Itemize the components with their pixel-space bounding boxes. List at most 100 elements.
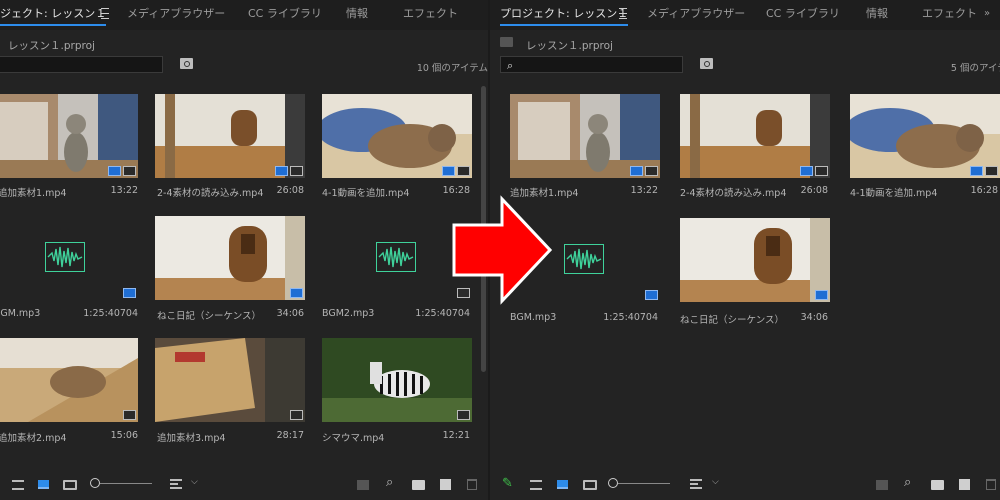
clip-thumbnail[interactable] bbox=[680, 94, 830, 178]
new-item-icon[interactable] bbox=[959, 479, 970, 490]
clip-thumbnail[interactable] bbox=[155, 94, 305, 178]
new-bin-icon[interactable] bbox=[412, 480, 425, 490]
trash-icon[interactable] bbox=[467, 479, 477, 490]
chevron-down-icon[interactable]: ⌵ bbox=[191, 477, 198, 487]
project-file-name: レッスン１.prproj bbox=[8, 40, 95, 52]
zoom-slider-knob[interactable] bbox=[90, 478, 100, 488]
clip-name: ねこ日記（シーケンス） bbox=[157, 311, 262, 322]
new-item-icon[interactable] bbox=[440, 479, 451, 490]
tab-cc-libraries[interactable]: CC ライブラリ bbox=[766, 0, 840, 30]
clip-thumbnail[interactable] bbox=[322, 338, 472, 422]
clip-duration: 1:25:40704 bbox=[83, 308, 138, 319]
clip-name: 2-4素材の読み込み.mp4 bbox=[157, 188, 264, 199]
tab-cc-libraries[interactable]: CC ライブラリ bbox=[248, 0, 322, 30]
tab-effects[interactable]: エフェクト bbox=[403, 0, 458, 30]
clip-name: 追加素材3.mp4 bbox=[157, 433, 226, 444]
zoom-slider[interactable] bbox=[618, 483, 670, 484]
clip-thumbnail[interactable] bbox=[510, 94, 660, 178]
clip-name: 2-4素材の読み込み.mp4 bbox=[680, 188, 787, 199]
clip-name: 4-1動画を追加.mp4 bbox=[850, 188, 938, 199]
tab-project[interactable]: プロジェクト: レッスン１ bbox=[500, 0, 629, 30]
panel-menu-icon[interactable] bbox=[101, 8, 109, 19]
list-view-icon[interactable] bbox=[12, 480, 24, 490]
tab-effects[interactable]: エフェクト bbox=[922, 0, 977, 30]
clip-duration: 16:28 bbox=[970, 185, 998, 196]
clip-name: シマウマ.mp4 bbox=[322, 433, 385, 444]
tab-media-browser[interactable]: メディアブラウザー bbox=[127, 0, 225, 30]
tab-info[interactable]: 情報 bbox=[866, 0, 888, 30]
clip-name: BGM2.mp3 bbox=[322, 308, 375, 319]
red-arrow-icon bbox=[452, 195, 552, 305]
automate-to-sequence-icon[interactable] bbox=[357, 480, 369, 490]
door-closeup-image bbox=[155, 216, 305, 300]
clip-duration: 13:22 bbox=[630, 185, 658, 196]
project-file-name: レッスン１.prproj bbox=[526, 40, 613, 52]
project-panel-after: プロジェクト: レッスン１ メディアブラウザー CC ライブラリ 情報 エフェク… bbox=[490, 0, 1000, 500]
search-icon[interactable]: ⌕ bbox=[904, 475, 911, 490]
search-input[interactable] bbox=[0, 56, 163, 73]
item-count: 10 個のアイテム bbox=[416, 63, 488, 74]
clip-name: ねこ日記（シーケンス） bbox=[680, 315, 785, 326]
clip-name: BGM.mp3 bbox=[0, 308, 41, 319]
tab-project-label: プロジェクト: レッスン１ bbox=[500, 7, 629, 20]
audio-waveform-icon bbox=[564, 244, 604, 274]
pencil-icon[interactable]: ✎ bbox=[502, 476, 513, 491]
icon-view-icon[interactable] bbox=[557, 480, 568, 489]
clip-duration: 1:25:40704 bbox=[415, 308, 470, 319]
clip-thumbnail[interactable] bbox=[0, 338, 138, 422]
audio-clip-thumbnail[interactable] bbox=[0, 216, 138, 300]
freeform-view-icon[interactable] bbox=[583, 480, 597, 490]
project-folder-icon bbox=[500, 37, 513, 47]
clip-duration: 34:06 bbox=[800, 312, 828, 323]
clip-name: 追加素材1.mp4 bbox=[0, 188, 67, 199]
clip-name: 4-1動画を追加.mp4 bbox=[322, 188, 410, 199]
tab-media-browser[interactable]: メディアブラウザー bbox=[647, 0, 745, 30]
list-view-icon[interactable] bbox=[530, 480, 542, 490]
clip-thumbnail[interactable] bbox=[850, 94, 1000, 178]
new-bin-icon[interactable] bbox=[931, 480, 944, 490]
clip-thumbnail[interactable] bbox=[155, 338, 305, 422]
sort-icon[interactable] bbox=[170, 479, 182, 489]
sort-icon[interactable] bbox=[690, 479, 702, 489]
tab-project-label: ジェクト: レッスン１ bbox=[0, 7, 107, 20]
audio-clip-thumbnail[interactable] bbox=[322, 216, 472, 300]
icon-view-icon[interactable] bbox=[38, 480, 49, 489]
chevron-down-icon[interactable]: ⌵ bbox=[712, 477, 719, 487]
clip-name: 追加素材2.mp4 bbox=[0, 433, 67, 444]
clip-duration: 12:21 bbox=[442, 430, 470, 441]
freeform-view-icon[interactable] bbox=[63, 480, 77, 490]
audio-waveform-icon bbox=[376, 242, 416, 272]
clip-duration: 28:17 bbox=[276, 430, 304, 441]
cardboard-image bbox=[155, 338, 305, 422]
clip-duration: 26:08 bbox=[800, 185, 828, 196]
zoom-slider-knob[interactable] bbox=[608, 478, 618, 488]
search-icon[interactable]: ⌕ bbox=[386, 475, 393, 490]
new-search-bin-icon[interactable] bbox=[180, 58, 193, 69]
panel-tab-bar: ジェクト: レッスン１ メディアブラウザー CC ライブラリ 情報 エフェクト bbox=[0, 0, 488, 30]
item-count: 5 個のアイテム bbox=[950, 63, 1000, 74]
trash-icon[interactable] bbox=[986, 479, 996, 490]
tab-project[interactable]: ジェクト: レッスン１ bbox=[0, 0, 107, 30]
automate-to-sequence-icon[interactable] bbox=[876, 480, 888, 490]
clip-duration: 1:25:40704 bbox=[603, 312, 658, 323]
chevron-right-icon[interactable]: » bbox=[984, 8, 990, 19]
clip-name: BGM.mp3 bbox=[510, 312, 557, 323]
audio-waveform-icon bbox=[45, 242, 85, 272]
sequence-thumbnail[interactable] bbox=[680, 218, 830, 302]
search-icon: ⌕ bbox=[507, 59, 514, 72]
door-closeup-image bbox=[680, 218, 830, 302]
clip-duration: 34:06 bbox=[276, 308, 304, 319]
clip-duration: 26:08 bbox=[276, 185, 304, 196]
cat-in-box-image bbox=[0, 338, 138, 422]
zebra-image bbox=[322, 338, 472, 422]
tab-info[interactable]: 情報 bbox=[346, 0, 368, 30]
clip-duration: 15:06 bbox=[110, 430, 138, 441]
sequence-thumbnail[interactable] bbox=[155, 216, 305, 300]
new-search-bin-icon[interactable] bbox=[700, 58, 713, 69]
clip-thumbnail[interactable] bbox=[0, 94, 138, 178]
search-input[interactable]: ⌕ bbox=[500, 56, 683, 73]
zoom-slider[interactable] bbox=[100, 483, 152, 484]
clip-thumbnail[interactable] bbox=[322, 94, 472, 178]
panel-tab-bar: プロジェクト: レッスン１ メディアブラウザー CC ライブラリ 情報 エフェク… bbox=[490, 0, 1000, 30]
panel-menu-icon[interactable] bbox=[619, 8, 627, 19]
